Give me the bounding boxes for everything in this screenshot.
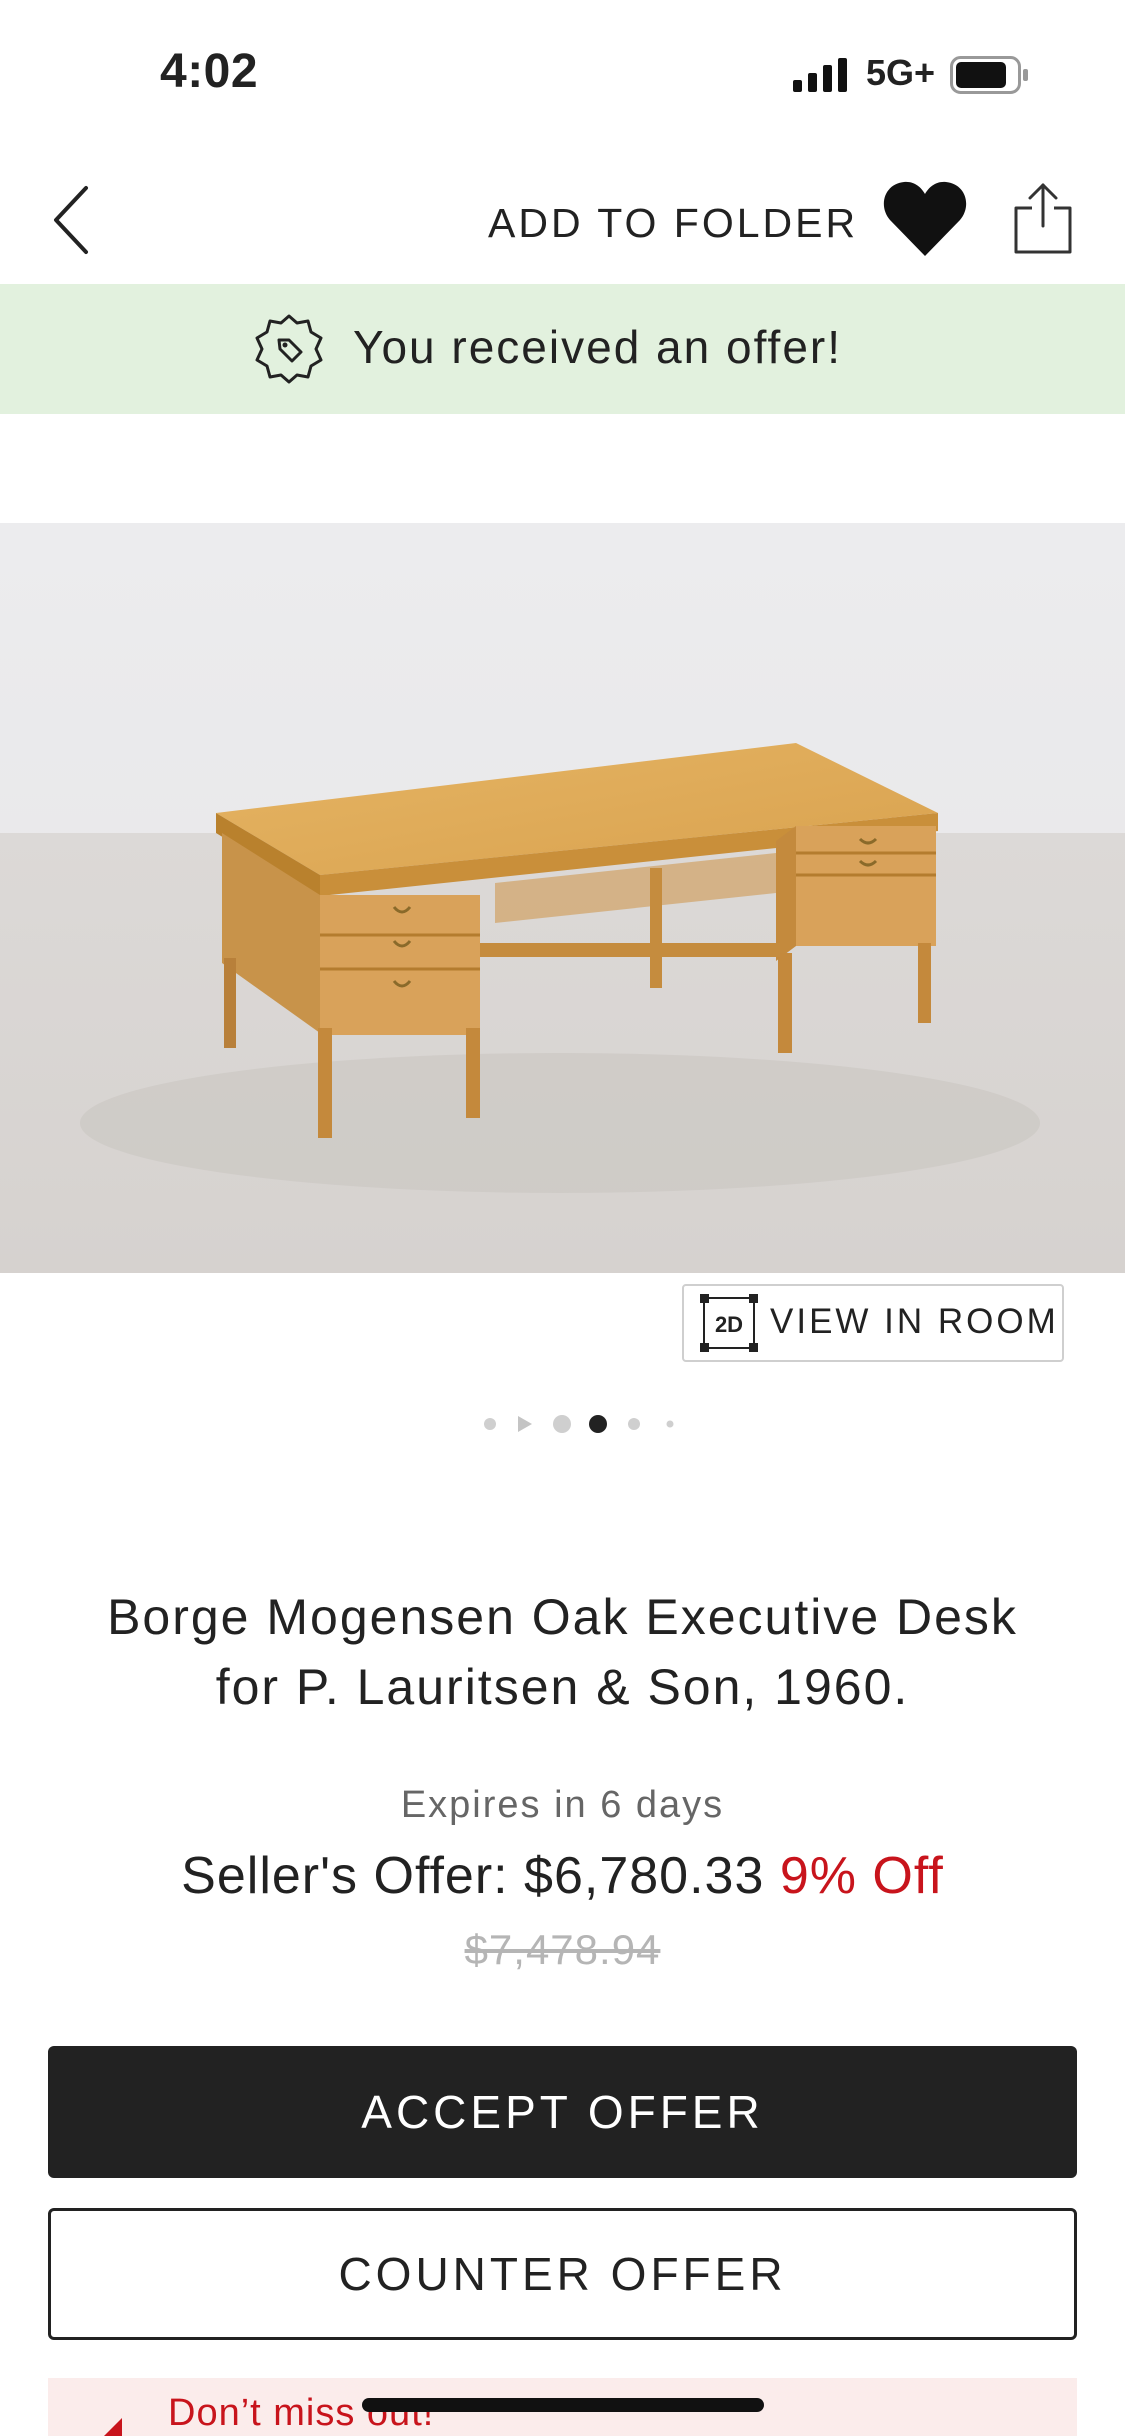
- home-indicator[interactable]: [362, 2398, 764, 2412]
- view-2d-icon: 2D: [700, 1294, 758, 1352]
- original-price: $7,478.94: [0, 1926, 1125, 1974]
- seller-offer-line: Seller's Offer: $6,780.33 9% Off: [0, 1846, 1125, 1906]
- product-photo[interactable]: [0, 523, 1125, 1273]
- back-chevron-icon[interactable]: [40, 180, 110, 260]
- price-tag-icon: [255, 314, 323, 384]
- counter-offer-button[interactable]: COUNTER OFFER: [48, 2208, 1077, 2340]
- offer-expiry: Expires in 6 days: [400, 1784, 725, 1826]
- offer-banner-text: You received an offer!: [353, 321, 842, 373]
- status-time: 4:02: [160, 45, 259, 98]
- signal-strength-icon: [793, 58, 847, 92]
- original-price-value: $7,478.94: [464, 1926, 661, 1973]
- pager-dot[interactable]: [553, 1415, 571, 1433]
- battery-icon: [950, 56, 1028, 94]
- pager-dot[interactable]: [666, 1420, 674, 1428]
- seller-offer-price: Seller's Offer: $6,780.33: [181, 1847, 765, 1905]
- video-play-icon[interactable]: [518, 1416, 532, 1432]
- product-title: Borge Mogensen Oak Executive Desk for P.…: [40, 1582, 1085, 1722]
- pager-dot-active[interactable]: [589, 1415, 607, 1433]
- network-type: 5G+: [866, 52, 936, 93]
- pager-dot[interactable]: [628, 1418, 640, 1430]
- discount-label: 9% Off: [779, 1847, 944, 1905]
- pager-dot[interactable]: [484, 1418, 496, 1430]
- accept-offer-button[interactable]: ACCEPT OFFER: [48, 2046, 1077, 2178]
- view-2d-badge: 2D: [715, 1312, 743, 1337]
- heart-icon[interactable]: [882, 178, 968, 260]
- share-icon[interactable]: [1010, 182, 1076, 256]
- alert-icon: [104, 2418, 122, 2436]
- add-to-folder-button[interactable]: ADD TO FOLDER: [488, 200, 858, 247]
- view-in-room-button[interactable]: 2D VIEW IN ROOM: [682, 1284, 1064, 1362]
- image-pager-dots[interactable]: [480, 1412, 680, 1436]
- product-title-line2: for P. Lauritsen & Son, 1960.: [215, 1659, 910, 1715]
- view-in-room-label: VIEW IN ROOM: [770, 1302, 1059, 1341]
- product-title-line1: Borge Mogensen Oak Executive Desk: [107, 1589, 1018, 1645]
